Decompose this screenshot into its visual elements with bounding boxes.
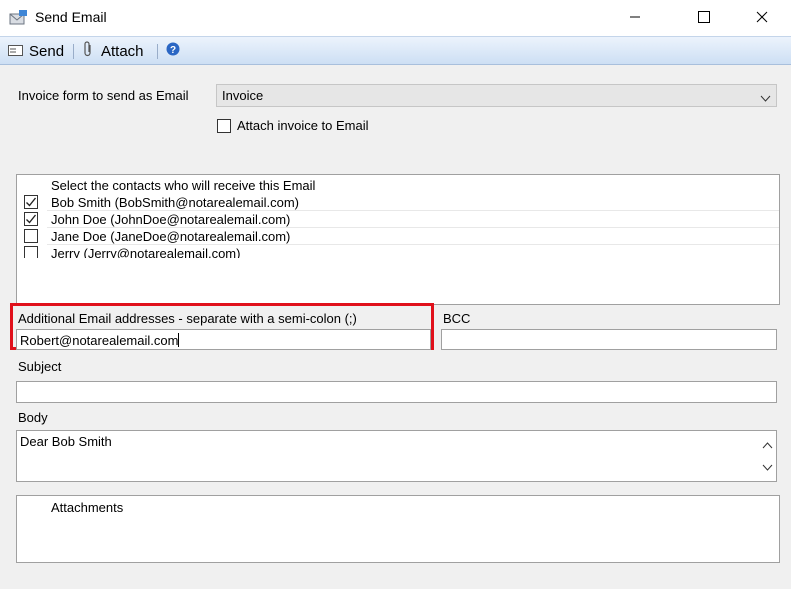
window-title: Send Email	[35, 9, 107, 25]
close-button[interactable]	[739, 0, 785, 36]
contacts-list[interactable]: Select the contacts who will receive thi…	[16, 174, 780, 305]
svg-text:?: ?	[170, 45, 176, 56]
body-scrollbar[interactable]	[759, 431, 776, 481]
additional-emails-input[interactable]: Robert@notarealemail.com	[16, 329, 431, 350]
help-button[interactable]: ?	[166, 37, 180, 65]
toolbar: Send Attach ?	[0, 36, 791, 65]
contact-item[interactable]: John Doe (JohnDoe@notarealemail.com)	[17, 211, 779, 228]
attach-button[interactable]: Attach	[84, 37, 144, 65]
additional-emails-value: Robert@notarealemail.com	[20, 333, 180, 348]
email-send-icon	[9, 9, 29, 27]
invoice-form-value: Invoice	[222, 88, 264, 103]
invoice-form-select[interactable]: Invoice	[216, 84, 777, 107]
contact-item[interactable]: Jerry (Jerry@notarealemail.com)	[17, 245, 779, 258]
send-icon	[8, 43, 23, 60]
invoice-form-label: Invoice form to send as Email	[18, 88, 189, 103]
minimize-icon	[629, 11, 641, 26]
contacts-list-header: Select the contacts who will receive thi…	[51, 178, 316, 193]
help-icon: ?	[166, 42, 180, 60]
body-label: Body	[18, 410, 48, 425]
chevron-down-icon	[760, 91, 771, 106]
toolbar-separator	[73, 44, 74, 59]
attachments-header: Attachments	[51, 500, 124, 515]
contact-label: Jerry (Jerry@notarealemail.com)	[51, 246, 241, 258]
attachments-list[interactable]: Attachments	[16, 495, 780, 563]
contact-checkbox[interactable]	[24, 229, 38, 243]
chevron-down-icon[interactable]	[762, 460, 773, 475]
send-button[interactable]: Send	[8, 37, 64, 65]
send-label: Send	[29, 42, 65, 60]
body-value: Dear Bob Smith	[20, 434, 112, 449]
bcc-input[interactable]	[441, 329, 777, 350]
title-bar: Send Email	[0, 0, 791, 36]
bcc-label: BCC	[443, 311, 471, 326]
maximize-button[interactable]	[681, 0, 727, 36]
attach-invoice-checkbox[interactable]	[217, 119, 231, 133]
attach-invoice-label[interactable]: Attach invoice to Email	[237, 118, 369, 133]
attach-label: Attach	[101, 42, 144, 60]
contact-checkbox[interactable]	[24, 195, 38, 209]
contact-item[interactable]: Bob Smith (BobSmith@notarealemail.com)	[17, 194, 779, 211]
contact-checkbox[interactable]	[24, 212, 38, 226]
toolbar-separator	[157, 44, 158, 59]
contact-label: Jane Doe (JaneDoe@notarealemail.com)	[51, 229, 291, 244]
paperclip-icon	[84, 41, 93, 61]
contact-checkbox[interactable]	[24, 246, 38, 258]
subject-input[interactable]	[16, 381, 777, 403]
subject-label: Subject	[18, 359, 62, 374]
additional-emails-label: Additional Email addresses - separate wi…	[18, 311, 357, 326]
contact-label: John Doe (JohnDoe@notarealemail.com)	[51, 212, 291, 227]
chevron-up-icon[interactable]	[762, 437, 773, 452]
maximize-icon	[698, 10, 710, 26]
close-icon	[756, 11, 768, 26]
contact-label: Bob Smith (BobSmith@notarealemail.com)	[51, 195, 300, 210]
minimize-button[interactable]	[612, 0, 658, 36]
contact-item[interactable]: Jane Doe (JaneDoe@notarealemail.com)	[17, 228, 779, 245]
body-textarea[interactable]: Dear Bob Smith	[16, 430, 777, 482]
